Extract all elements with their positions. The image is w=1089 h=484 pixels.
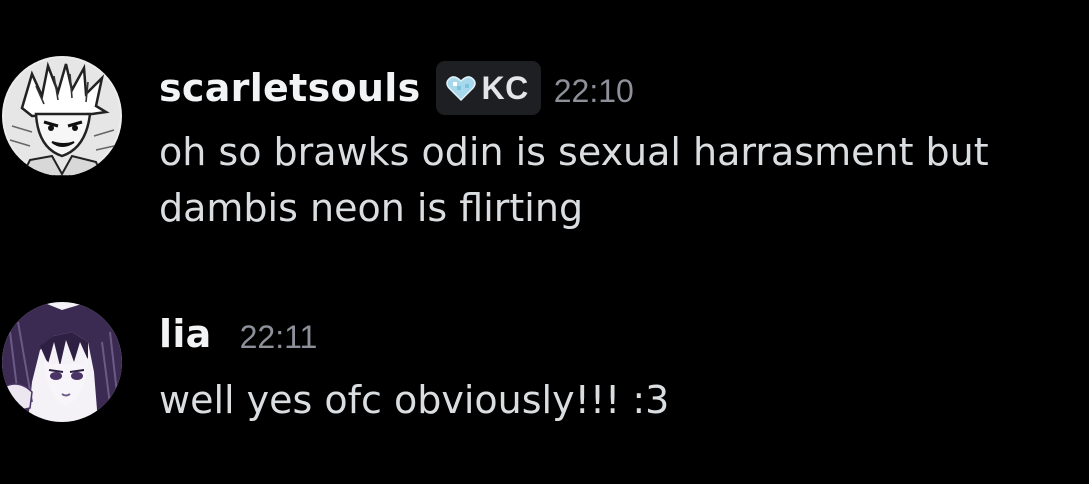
avatar-image — [2, 56, 122, 176]
timestamp[interactable]: 22:11 — [240, 319, 318, 356]
avatar-image — [2, 302, 122, 422]
message-header: scarletsouls KC 22:10 — [159, 56, 1069, 120]
message-text: well yes ofc obviously!!! :3 — [159, 378, 670, 422]
heart-icon — [445, 76, 476, 101]
avatar[interactable] — [2, 302, 122, 422]
username[interactable]: lia — [159, 312, 212, 356]
username[interactable]: scarletsouls — [159, 66, 421, 110]
message-content: scarletsouls KC 22:10 oh so brawks odin … — [159, 56, 1069, 236]
chat-message-list: scarletsouls KC 22:10 oh so brawks odin … — [0, 0, 1089, 484]
guild-tag[interactable]: KC — [435, 61, 541, 115]
timestamp[interactable]: 22:10 — [554, 73, 634, 110]
message-header: lia 22:11 — [159, 302, 1069, 366]
message-content: lia 22:11 well yes ofc obviously!!! :3 — [159, 302, 1069, 428]
message-text: oh so brawks odin is sexual harrasment b… — [159, 130, 989, 230]
guild-tag-label: KC — [481, 69, 529, 106]
avatar[interactable] — [2, 56, 122, 176]
